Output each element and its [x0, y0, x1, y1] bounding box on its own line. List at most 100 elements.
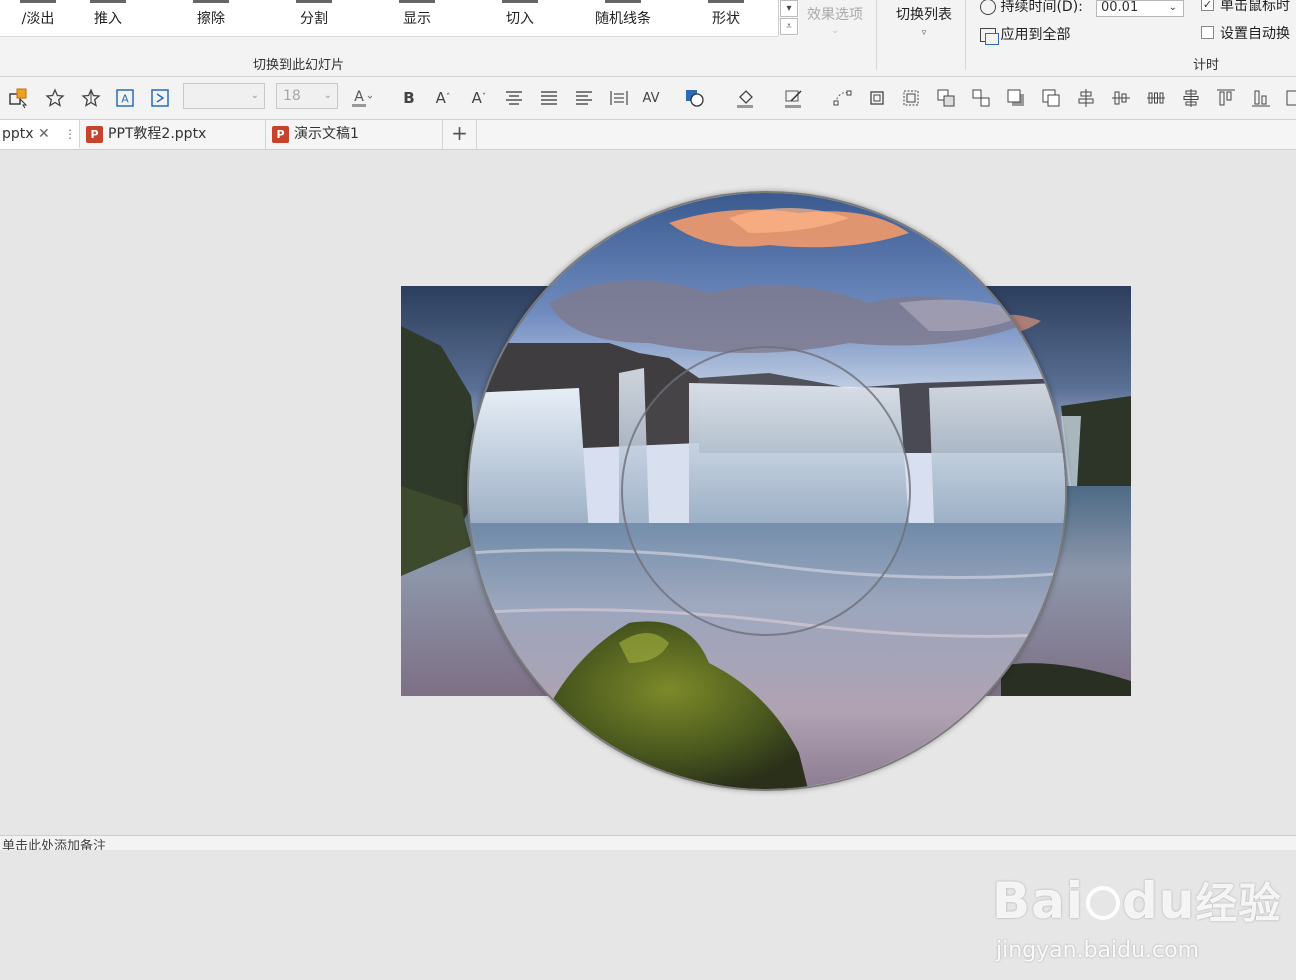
shadow-icon[interactable]	[1005, 87, 1027, 109]
transition-reveal[interactable]: 显示	[369, 0, 465, 36]
tab-label: PPT教程2.pptx	[108, 126, 207, 142]
decrease-font-icon[interactable]: Aˇ	[468, 87, 490, 109]
auto-advance-label: 设置自动换	[1220, 26, 1290, 42]
more-options-icon[interactable]: ⋮	[64, 120, 76, 148]
textbox-icon[interactable]: A	[114, 87, 136, 109]
add-tab-button[interactable]: +	[443, 120, 477, 149]
slide-canvas: Bai du经验 jingyan.baidu.com	[0, 150, 1296, 963]
transition-push[interactable]: 推入	[60, 0, 156, 36]
font-size-value: 18	[283, 88, 301, 104]
distribute-icon[interactable]	[608, 87, 630, 109]
transition-cut[interactable]: 切入	[472, 0, 568, 36]
svg-text:A: A	[354, 89, 364, 105]
chevron-down-icon: ⌄	[323, 90, 332, 101]
effect-options-button[interactable]: 效果选项 ⌄	[800, 4, 870, 36]
transition-gallery: /淡出 推入 擦除 分割 显示 切入 随机线条 形状	[0, 0, 778, 37]
distribute-vertical-icon[interactable]	[1180, 87, 1202, 109]
font-color-icon[interactable]: A	[350, 87, 372, 109]
paw-icon	[1086, 886, 1120, 920]
baidu-jingyan-watermark: Bai du经验 jingyan.baidu.com	[990, 856, 1280, 980]
align-bottom-icon[interactable]	[1250, 87, 1272, 109]
transition-thumb	[502, 0, 538, 3]
increase-font-icon[interactable]: Aˆ	[432, 87, 454, 109]
transition-shape[interactable]: 形状	[678, 0, 774, 36]
duration-input[interactable]: 00.01 ⌄	[1096, 0, 1184, 17]
tab-label: pptx	[2, 126, 34, 142]
font-size-combo[interactable]: 18 ⌄	[276, 83, 338, 109]
tab-label: 演示文稿1	[294, 126, 359, 142]
format-toolbar: A ⌄ 18 ⌄ A B Aˆ Aˇ AV	[0, 77, 1296, 120]
duration-label: 持续时间(D):	[1000, 0, 1083, 15]
group-divider	[965, 0, 966, 70]
character-spacing-icon[interactable]: AV	[640, 87, 662, 109]
watermark-brand: Bai	[992, 872, 1084, 930]
send-backward-icon[interactable]	[970, 87, 992, 109]
transition-thumb	[605, 0, 641, 3]
notes-pane[interactable]: 单击此处添加备注	[0, 835, 1296, 850]
transition-thumb	[193, 0, 229, 3]
duration-row: 持续时间(D):	[980, 0, 1083, 16]
clock-icon	[980, 0, 996, 15]
edit-points-icon[interactable]	[831, 87, 853, 109]
duration-value: 00.01	[1101, 0, 1139, 15]
paint-bucket-icon[interactable]	[735, 87, 757, 109]
action-button-icon[interactable]	[149, 87, 171, 109]
bring-forward-icon[interactable]	[935, 87, 957, 109]
align-left-icon[interactable]	[573, 87, 595, 109]
apply-all-icon	[980, 28, 999, 45]
crop-icon[interactable]	[866, 87, 888, 109]
group-divider	[876, 0, 877, 70]
on-click-checkbox[interactable]: ✓	[1201, 0, 1214, 11]
tab-presentation-1[interactable]: P 演示文稿1	[266, 120, 443, 149]
gallery-more-icon[interactable]: ⩡	[780, 18, 798, 35]
group-label-transition: 切换到此幻灯片	[253, 58, 345, 73]
tab-pptx[interactable]: pptx ✕ ⋮	[0, 120, 80, 149]
tab-ppt-tutorial-2[interactable]: P PPT教程2.pptx	[80, 120, 266, 149]
align-top-icon[interactable]	[1215, 87, 1237, 109]
bold-icon[interactable]: B	[398, 87, 420, 109]
more-tools-icon[interactable]	[1282, 87, 1296, 109]
gallery-scroll: ▾ ⩡	[778, 0, 799, 36]
font-name-combo[interactable]: ⌄	[183, 83, 265, 109]
inner-circle-shape[interactable]	[621, 346, 911, 636]
transition-random-bars[interactable]: 随机线条	[575, 0, 671, 36]
notes-placeholder: 单击此处添加备注	[2, 839, 107, 850]
justify-icon[interactable]	[538, 87, 560, 109]
align-middle-icon[interactable]	[1110, 87, 1132, 109]
auto-advance-checkbox[interactable]	[1201, 26, 1214, 39]
spinner-down-icon[interactable]: ⌄	[1169, 1, 1177, 15]
on-click-label: 单击鼠标时	[1220, 0, 1290, 14]
switch-list-button[interactable]: 切换列表 ▿	[886, 4, 962, 38]
gallery-scroll-down-icon[interactable]: ▾	[780, 0, 798, 17]
transition-thumb	[90, 0, 126, 3]
transition-wipe[interactable]: 擦除	[163, 0, 259, 36]
watermark-url: jingyan.baidu.com	[996, 938, 1200, 963]
align-center-horizontal-icon[interactable]	[1075, 87, 1097, 109]
distribute-horizontal-icon[interactable]	[1145, 87, 1167, 109]
pen-outline-icon[interactable]	[783, 87, 805, 109]
select-shape-icon[interactable]	[8, 87, 30, 109]
powerpoint-icon: P	[272, 125, 289, 143]
watermark-brand-suffix: du	[1122, 872, 1196, 930]
group-objects-icon[interactable]	[900, 87, 922, 109]
star-effect-icon[interactable]	[44, 87, 66, 109]
document-tabs: pptx ✕ ⋮ P PPT教程2.pptx P 演示文稿1 +	[0, 120, 1296, 150]
align-center-icon[interactable]	[503, 87, 525, 109]
chevron-down-icon: ⌄	[250, 90, 259, 101]
transition-thumb	[20, 0, 56, 3]
group-label-timing: 计时	[1193, 58, 1220, 73]
svg-text:A: A	[121, 93, 129, 106]
shape-fill-icon[interactable]	[684, 87, 706, 109]
close-icon[interactable]: ✕	[38, 120, 50, 148]
apply-all-label: 应用到全部	[1000, 27, 1071, 43]
transition-thumb	[399, 0, 435, 3]
transition-split[interactable]: 分割	[266, 0, 362, 36]
chevron-down-icon: ▿	[921, 28, 927, 38]
powerpoint-icon: P	[86, 125, 103, 143]
watermark-brand-cn: 经验	[1195, 879, 1282, 928]
ribbon: /淡出 推入 擦除 分割 显示 切入 随机线条 形状 ▾ ⩡ 效果选项 ⌄ 切换…	[0, 0, 1296, 77]
chevron-down-icon: ⌄	[831, 26, 839, 36]
apply-all-button[interactable]: 应用到全部	[980, 24, 1071, 45]
arrange-icon[interactable]	[1040, 87, 1062, 109]
star-half-icon[interactable]	[80, 87, 102, 109]
